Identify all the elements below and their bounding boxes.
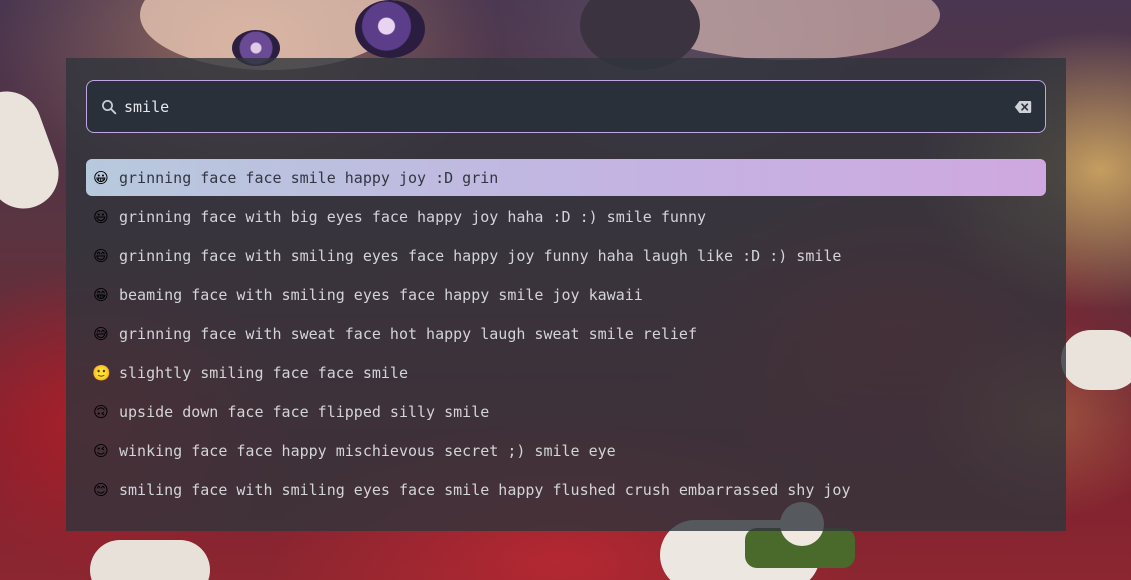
grinning-face-big-eyes-emoji-icon: 😃 <box>93 207 109 226</box>
result-item-grinning-face-smiling-eyes[interactable]: 😄 grinning face with smiling eyes face h… <box>86 237 1046 274</box>
result-label: grinning face with big eyes face happy j… <box>119 207 706 226</box>
result-item-winking-face[interactable]: 😉 winking face face happy mischievous se… <box>86 432 1046 469</box>
wallpaper-fur-right <box>1061 330 1131 390</box>
winking-face-emoji-icon: 😉 <box>93 441 109 460</box>
grinning-face-emoji-icon: 😀 <box>93 168 109 187</box>
result-label: grinning face with smiling eyes face hap… <box>119 246 842 265</box>
backspace-clear-icon[interactable] <box>1014 100 1032 114</box>
search-input[interactable] <box>124 95 984 119</box>
grinning-face-smiling-eyes-emoji-icon: 😄 <box>93 246 109 265</box>
search-bar[interactable] <box>86 80 1046 133</box>
result-item-grinning-face-sweat[interactable]: 😅 grinning face with sweat face hot happ… <box>86 315 1046 352</box>
upside-down-face-emoji-icon: 🙃 <box>93 402 109 421</box>
result-item-smiling-face-smiling-eyes[interactable]: 😊 smiling face with smiling eyes face sm… <box>86 471 1046 508</box>
result-label: grinning face with sweat face hot happy … <box>119 324 697 343</box>
wallpaper-fur-bottom-left <box>90 540 210 580</box>
search-icon <box>102 100 117 115</box>
smiling-face-smiling-eyes-emoji-icon: 😊 <box>93 480 109 499</box>
result-label: upside down face face flipped silly smil… <box>119 402 490 421</box>
emoji-picker-launcher: 😀 grinning face face smile happy joy :D … <box>66 58 1066 531</box>
result-label: winking face face happy mischievous secr… <box>119 441 616 460</box>
grinning-face-sweat-emoji-icon: 😅 <box>93 324 109 343</box>
beaming-face-emoji-icon: 😁 <box>93 285 109 304</box>
result-label: slightly smiling face face smile <box>119 363 408 382</box>
result-item-grinning-face-big-eyes[interactable]: 😃 grinning face with big eyes face happy… <box>86 198 1046 235</box>
result-item-slightly-smiling-face[interactable]: 🙂 slightly smiling face face smile <box>86 354 1046 391</box>
slightly-smiling-face-emoji-icon: 🙂 <box>92 363 111 382</box>
result-item-beaming-face[interactable]: 😁 beaming face with smiling eyes face ha… <box>86 276 1046 313</box>
results-list: 😀 grinning face face smile happy joy :D … <box>86 159 1046 510</box>
result-item-grinning-face[interactable]: 😀 grinning face face smile happy joy :D … <box>86 159 1046 196</box>
result-item-upside-down-face[interactable]: 🙃 upside down face face flipped silly sm… <box>86 393 1046 430</box>
wallpaper-eye <box>355 0 425 58</box>
result-label: beaming face with smiling eyes face happ… <box>119 285 643 304</box>
result-label: smiling face with smiling eyes face smil… <box>119 480 851 499</box>
result-label: grinning face face smile happy joy :D gr… <box>119 168 499 187</box>
wallpaper-fur-left <box>0 81 69 219</box>
